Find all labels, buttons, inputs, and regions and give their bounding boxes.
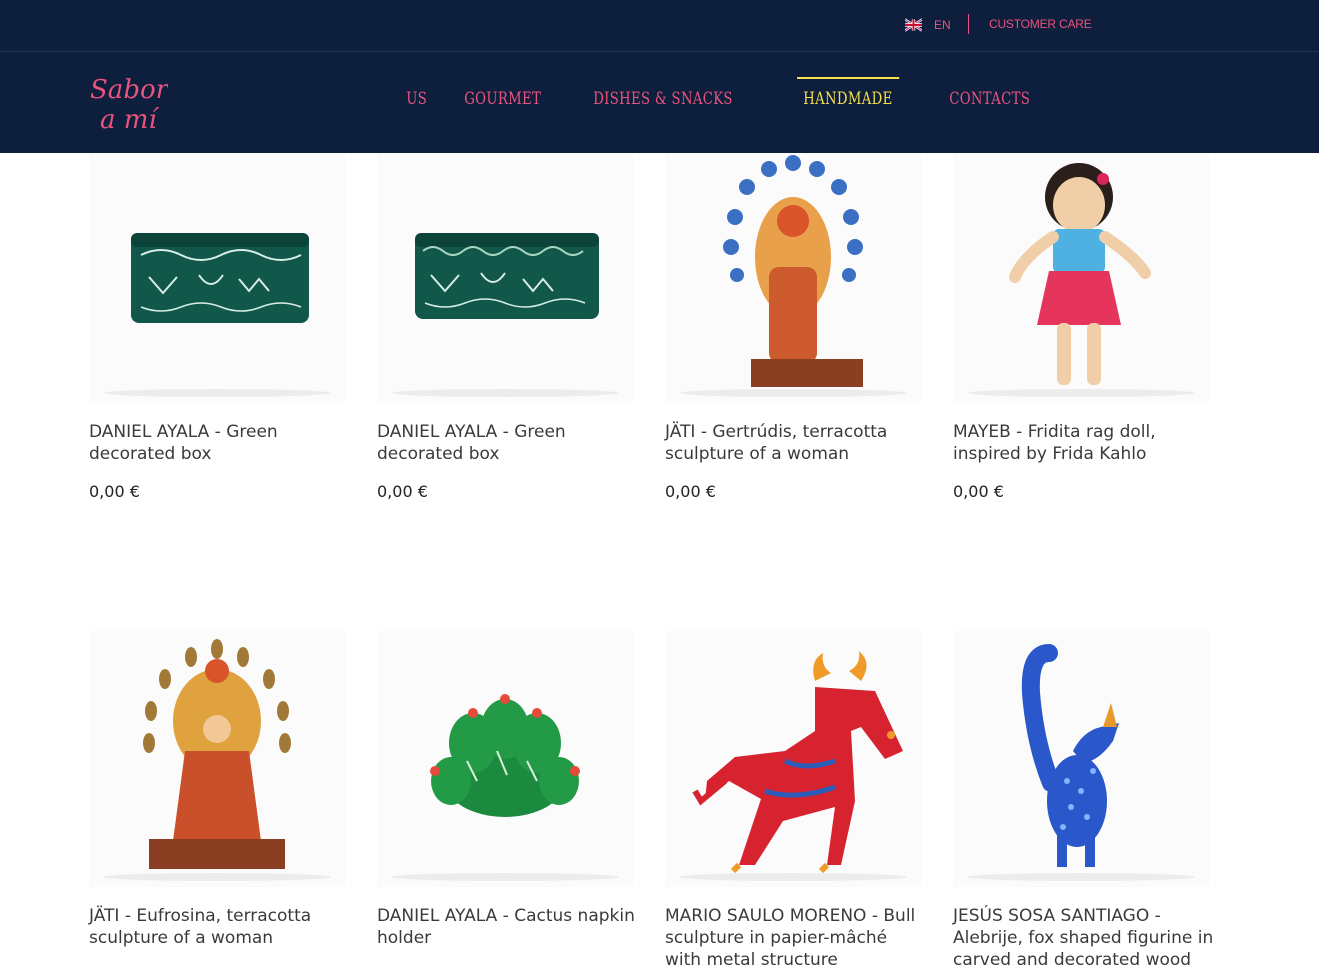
product-title[interactable]: DANIEL AYALA - Green decorated box <box>89 421 351 465</box>
product-title[interactable]: DANIEL AYALA - Cactus napkin holder <box>377 905 639 949</box>
site-header: EN CUSTOMER CARE Sabor a mí US GOURMET D… <box>0 0 1319 153</box>
top-bar: EN CUSTOMER CARE <box>0 0 1319 52</box>
product-title[interactable]: MARIO SAULO MORENO - Bull sculpture in p… <box>665 905 927 971</box>
product-image[interactable] <box>377 147 633 403</box>
product-title[interactable]: MAYEB - Fridita rag doll, inspired by Fr… <box>953 421 1215 465</box>
product-title[interactable]: JÄTI - Gertrúdis, terracotta sculpture o… <box>665 421 927 465</box>
language-selector[interactable]: EN <box>905 16 951 34</box>
nav-item-dishes-snacks[interactable]: DISHES & SNACKS <box>587 77 739 109</box>
site-logo[interactable]: Sabor a mí <box>88 70 168 134</box>
topbar-divider <box>968 14 969 34</box>
terracotta-woman-sculpture-image <box>723 155 863 387</box>
nav-item-us[interactable]: US <box>400 77 433 109</box>
product-image[interactable] <box>953 147 1209 403</box>
product-title[interactable]: DANIEL AYALA - Green decorated box <box>377 421 639 465</box>
product-price: 0,00 € <box>377 482 428 501</box>
green-decorated-box-image <box>415 233 599 319</box>
product-price: 0,00 € <box>953 482 1004 501</box>
product-image[interactable] <box>89 631 345 887</box>
frida-rag-doll-image <box>1009 163 1151 385</box>
product-image[interactable] <box>665 631 921 887</box>
product-title[interactable]: JESÚS SOSA SANTIAGO - Alebrije, fox shap… <box>953 905 1215 971</box>
uk-flag-icon <box>905 18 922 32</box>
product-image[interactable] <box>89 147 345 403</box>
terracotta-woman-sculpture-image <box>143 639 291 869</box>
product-image[interactable] <box>953 631 1209 887</box>
nav-item-handmade[interactable]: HANDMADE <box>797 77 899 109</box>
nav-item-gourmet[interactable]: GOURMET <box>458 77 547 109</box>
product-price: 0,00 € <box>89 482 140 501</box>
product-image[interactable] <box>665 147 921 403</box>
papier-mache-bull-image <box>692 651 903 874</box>
language-label: EN <box>934 18 951 32</box>
product-price: 0,00 € <box>665 482 716 501</box>
nav-item-contacts[interactable]: CONTACTS <box>943 77 1036 109</box>
main-nav: US GOURMET DISHES & SNACKS HANDMADE CONT… <box>400 77 1078 127</box>
svg-text:Sabor: Sabor <box>90 75 168 105</box>
sabor-a-mi-logo: Sabor a mí <box>90 75 168 134</box>
green-decorated-box-image <box>131 233 309 323</box>
product-title[interactable]: JÄTI - Eufrosina, terracotta sculpture o… <box>89 905 351 949</box>
customer-care-link[interactable]: CUSTOMER CARE <box>989 17 1092 31</box>
product-image[interactable] <box>377 631 633 887</box>
cactus-napkin-holder-image <box>430 694 580 817</box>
alebrije-fox-figurine-image <box>1021 644 1119 867</box>
svg-text:a mí: a mí <box>100 105 160 134</box>
